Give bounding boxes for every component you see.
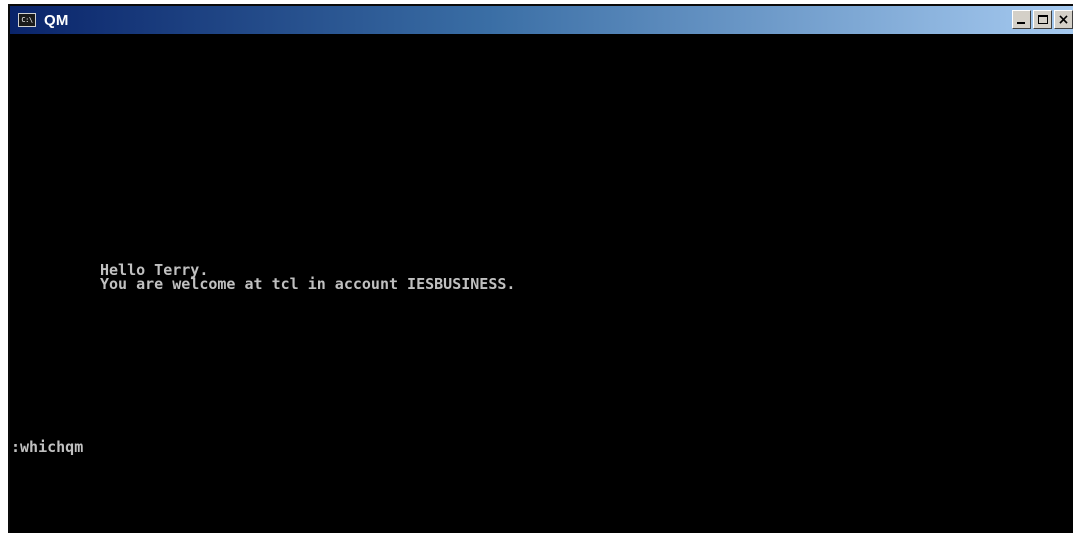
- close-icon: ×: [1057, 11, 1070, 28]
- maximize-button[interactable]: [1033, 10, 1052, 29]
- close-button[interactable]: ×: [1054, 10, 1073, 29]
- minimize-icon: [1017, 22, 1025, 24]
- minimize-button[interactable]: [1012, 10, 1031, 29]
- console-window: C:\ QM × Hello Terry. You are welcome at…: [8, 4, 1073, 533]
- window-controls: ×: [1012, 10, 1073, 29]
- console-app-icon[interactable]: C:\: [18, 13, 36, 27]
- console-line-welcome: You are welcome at tcl in account IESBUS…: [100, 275, 516, 293]
- title-bar[interactable]: C:\ QM ×: [10, 6, 1073, 34]
- maximize-icon: [1037, 15, 1048, 24]
- command-prompt-line[interactable]: :whichqm: [11, 439, 83, 455]
- window-title: QM: [44, 11, 69, 29]
- console-output[interactable]: Hello Terry. You are welcome at tcl in a…: [10, 34, 1073, 533]
